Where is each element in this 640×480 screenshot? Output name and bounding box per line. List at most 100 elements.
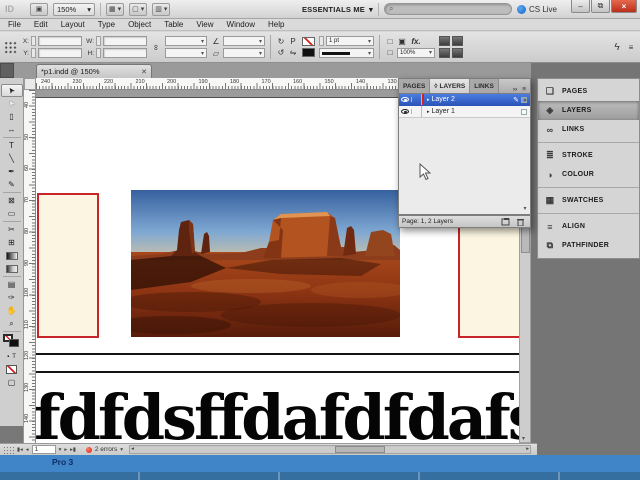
screen-mode-button[interactable]: ▢ (1, 376, 23, 389)
fill-color-swatch[interactable] (302, 48, 315, 57)
select-container-icon[interactable]: □ (385, 37, 395, 46)
video-timeline-strip[interactable] (0, 472, 640, 480)
line-tool[interactable]: ╲ (1, 152, 23, 165)
lock-cell[interactable] (412, 94, 422, 105)
menu-item-type[interactable]: Type (98, 20, 115, 29)
dock-button-pathfinder[interactable]: ⧉PATHFINDER (538, 236, 639, 255)
effects-menu-button[interactable]: fx. (409, 37, 423, 46)
flip-horizontal-button[interactable]: ⇋ (288, 48, 298, 57)
scroll-right-icon[interactable]: ▸ (526, 446, 529, 452)
scale-x-combo[interactable]: ▾ (165, 36, 207, 46)
arrange-documents-button[interactable]: ▥▾ (152, 3, 170, 16)
toolbox-header[interactable] (0, 63, 14, 78)
menu-item-layout[interactable]: Layout (61, 20, 85, 29)
y-stepper[interactable] (31, 48, 36, 58)
reference-point-proxy[interactable] (4, 41, 17, 54)
rectangle-tool[interactable]: ▭ (1, 207, 23, 220)
gradient-feather-tool[interactable] (1, 262, 23, 275)
direct-selection-tool[interactable]: ➤ (1, 97, 23, 110)
placed-photo-monument-valley[interactable] (131, 190, 400, 337)
scroll-down-icon[interactable]: ▾ (521, 205, 529, 212)
dock-button-align[interactable]: ≡ALIGN (538, 217, 639, 236)
menu-item-file[interactable]: File (8, 20, 21, 29)
expand-arrow-icon[interactable]: ▸ (427, 109, 430, 115)
quick-apply-icon[interactable]: ϟ (612, 42, 622, 53)
page-list-chevron-icon[interactable]: ▾ (59, 447, 62, 453)
collapse-panels-icon[interactable]: ›› (513, 86, 517, 93)
new-layer-icon[interactable] (501, 218, 510, 226)
constrain-proportions-icon[interactable]: ∞ (152, 42, 161, 52)
layers-scrollbar[interactable]: ▴ ▾ (521, 96, 529, 212)
tab-pages[interactable]: PAGES (399, 79, 430, 93)
search-input[interactable]: ⌕ (384, 3, 512, 15)
pen-tool[interactable]: ✒ (1, 165, 23, 178)
ruler-origin-corner[interactable] (24, 78, 36, 90)
w-stepper[interactable] (96, 36, 101, 46)
visibility-cell[interactable] (399, 97, 412, 102)
tab-layers[interactable]: ◊LAYERS (430, 79, 470, 93)
next-page-button[interactable]: ▸ (64, 447, 67, 453)
hand-tool[interactable]: ✋ (1, 304, 23, 317)
eyedropper-tool[interactable]: ✑ (1, 291, 23, 304)
first-page-button[interactable]: ▮◂ (17, 447, 23, 453)
center-content-button[interactable] (452, 48, 463, 58)
scroll-down-icon[interactable]: ▾ (522, 435, 525, 442)
bridge-button[interactable]: ▣ (30, 3, 48, 16)
tab-links[interactable]: LINKS (470, 79, 499, 93)
restore-button[interactable]: ⧉ (591, 0, 610, 13)
fit-frame-to-content-button[interactable] (439, 48, 450, 58)
zoom-tool[interactable]: ⌕ (1, 317, 23, 330)
opacity-combo[interactable]: 100%▾ (397, 48, 435, 58)
menu-item-edit[interactable]: Edit (34, 20, 48, 29)
previous-page-button[interactable]: ◂ (26, 447, 29, 453)
screen-mode-button[interactable]: ▢▾ (129, 3, 147, 16)
scale-y-combo[interactable]: ▾ (165, 48, 207, 58)
pencil-tool[interactable]: ✎ (1, 178, 23, 191)
free-transform-tool[interactable]: ⊞ (1, 236, 23, 249)
x-stepper[interactable] (31, 36, 36, 46)
dock-button-colour[interactable]: ◑COLOUR (538, 165, 639, 184)
type-tool[interactable]: T (1, 139, 23, 152)
left-frame-rect[interactable] (37, 193, 99, 338)
expand-arrow-icon[interactable]: ▸ (427, 97, 430, 103)
selection-tool[interactable]: ➤ (1, 84, 23, 97)
close-button[interactable]: × (611, 0, 637, 13)
fill-stroke-swatches[interactable] (1, 333, 23, 349)
rotate-ccw-button[interactable]: ↺ (276, 48, 286, 57)
panel-menu-icon[interactable]: ≡ (626, 43, 636, 52)
last-page-button[interactable]: ▸▮ (70, 447, 76, 453)
stroke-weight-stepper[interactable] (319, 36, 324, 46)
preflight-errors-label[interactable]: 2 errors (95, 446, 117, 453)
lock-cell[interactable] (412, 106, 422, 117)
dock-button-links[interactable]: ∞LINKS (538, 120, 639, 139)
scroll-up-icon[interactable]: ▴ (523, 97, 526, 103)
menu-item-help[interactable]: Help (268, 20, 284, 29)
drop-shadow-icon[interactable]: ▣ (397, 37, 407, 46)
formatting-row[interactable]: ▪T (1, 350, 23, 363)
fit-content-proportionally-button[interactable] (452, 36, 463, 46)
delete-layer-icon[interactable] (517, 218, 524, 226)
w-field[interactable] (103, 36, 147, 46)
preflight-error-icon[interactable] (86, 447, 92, 453)
horizontal-scroll-thumb[interactable] (335, 446, 385, 453)
visibility-cell[interactable] (399, 109, 412, 114)
note-tool[interactable]: ▤ (1, 278, 23, 291)
page-number-field[interactable]: 1 (32, 445, 56, 454)
stroke-weight-combo[interactable]: 1 pt▾ (326, 36, 374, 46)
scissors-tool[interactable]: ✂ (1, 223, 23, 236)
dock-button-swatches[interactable]: ▦SWATCHES (538, 191, 639, 210)
paragraph-direction-label[interactable]: P (288, 37, 298, 46)
shear-angle-combo[interactable]: ▾ (223, 48, 265, 58)
layer-row[interactable]: ▸Layer 2✎ (399, 94, 530, 106)
fill-frame-proportionally-button[interactable] (439, 36, 450, 46)
h-field[interactable] (103, 48, 147, 58)
dock-button-pages[interactable]: ❏PAGES (538, 82, 639, 101)
minimize-button[interactable]: – (571, 0, 590, 13)
menu-item-view[interactable]: View (196, 20, 213, 29)
panel-menu-icon[interactable]: ≡ (522, 86, 526, 93)
headline-text-frame[interactable]: fdfdsffdafdfdafs (36, 381, 519, 443)
stroke-color-swatch[interactable] (302, 37, 315, 46)
workspace-switcher[interactable]: ESSENTIALS ME ▾ (302, 5, 373, 14)
fill-swatch-icon[interactable] (9, 339, 19, 347)
view-options-button[interactable]: ▦▾ (106, 3, 124, 16)
